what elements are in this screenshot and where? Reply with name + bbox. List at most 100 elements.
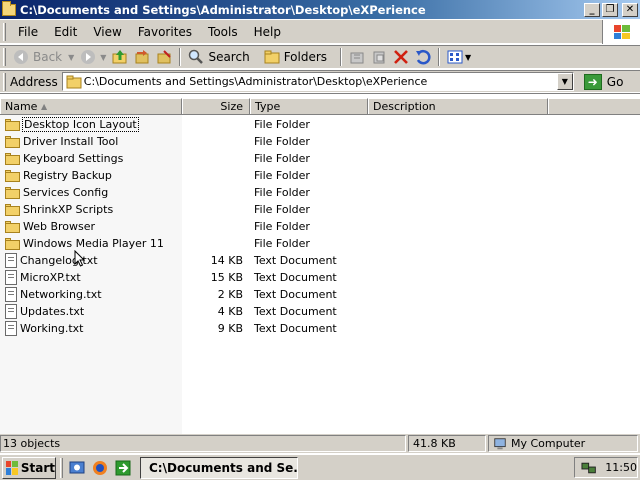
menu-file[interactable]: File	[10, 25, 46, 39]
clock[interactable]: 11:50	[605, 461, 637, 474]
folder-up-icon	[112, 50, 127, 64]
folder-icon	[5, 152, 20, 165]
taskbar-window-button[interactable]: C:\Documents and Se...	[140, 456, 298, 479]
file-name-cell[interactable]: Driver Install Tool	[5, 133, 118, 150]
file-name-cell[interactable]: Services Config	[5, 184, 108, 201]
back-button[interactable]: Back ▼	[10, 47, 77, 67]
undo-button[interactable]	[412, 47, 434, 67]
file-row[interactable]: Web Browser File Folder	[0, 218, 640, 235]
file-name: Working.txt	[20, 322, 84, 335]
delete-x-icon	[394, 50, 408, 64]
back-dropdown-icon[interactable]: ▼	[68, 53, 74, 62]
file-row[interactable]: Keyboard Settings File Folder	[0, 150, 640, 167]
menu-help[interactable]: Help	[246, 25, 289, 39]
windows-logo	[602, 20, 640, 44]
file-name: Keyboard Settings	[23, 152, 124, 165]
file-list-view[interactable]: Name ▲ Size Type Description Desktop Ico…	[0, 93, 640, 434]
forward-button[interactable]: ▼	[77, 47, 109, 67]
address-input[interactable]: C:\Documents and Settings\Administrator\…	[61, 72, 574, 91]
address-grip[interactable]	[3, 72, 6, 91]
file-row[interactable]: Windows Media Player 11 File Folder	[0, 235, 640, 252]
go-button[interactable]: ➜ Go	[583, 73, 623, 90]
folders-label: Folders	[283, 50, 328, 64]
address-dropdown-button[interactable]: ▼	[556, 73, 573, 90]
file-name: Web Browser	[23, 220, 96, 233]
taskbar: Start C:\Documents and Se... 11:50	[0, 454, 640, 480]
file-name-cell[interactable]: MicroXP.txt	[5, 269, 81, 286]
menu-grip[interactable]	[3, 22, 6, 41]
copy-to-folder-button[interactable]	[368, 47, 390, 67]
column-header-type[interactable]: Type	[250, 98, 368, 115]
file-name-cell[interactable]: Working.txt	[5, 320, 84, 337]
folders-button[interactable]: Folders	[261, 47, 330, 67]
move-to-folder-icon	[350, 52, 364, 64]
search-button[interactable]: Search	[185, 47, 252, 67]
file-row[interactable]: Changelog.txt 14 KB Text Document	[0, 252, 640, 269]
forward-dropdown-icon[interactable]: ▼	[100, 53, 106, 62]
toolbar-separator	[179, 48, 182, 66]
menu-favorites[interactable]: Favorites	[130, 25, 200, 39]
column-header-empty	[548, 98, 640, 115]
move-to-folder-button[interactable]	[346, 47, 368, 67]
restore-button[interactable]: ❐	[602, 2, 618, 17]
file-row[interactable]: Updates.txt 4 KB Text Document	[0, 303, 640, 320]
file-row[interactable]: Desktop Icon Layout File Folder	[0, 116, 640, 133]
file-type: Text Document	[254, 254, 337, 267]
menu-tools[interactable]: Tools	[200, 25, 246, 39]
launch-arrow-icon[interactable]	[114, 459, 132, 477]
text-document-icon	[5, 304, 17, 319]
file-row[interactable]: ShrinkXP Scripts File Folder	[0, 201, 640, 218]
file-name-cell[interactable]: Registry Backup	[5, 167, 112, 184]
file-name-cell[interactable]: Desktop Icon Layout	[5, 116, 139, 133]
file-name: Windows Media Player 11	[23, 237, 164, 250]
column-header-name[interactable]: Name ▲	[0, 98, 182, 115]
folders-icon	[264, 50, 280, 64]
file-type: File Folder	[254, 135, 310, 148]
move-to-button[interactable]	[131, 47, 153, 67]
show-desktop-icon[interactable]	[68, 459, 86, 477]
file-name-cell[interactable]: ShrinkXP Scripts	[5, 201, 113, 218]
file-rows: Desktop Icon Layout File Folder Driver Ins…	[0, 116, 640, 337]
delete-button[interactable]	[390, 47, 412, 67]
toolbar-grip[interactable]	[3, 48, 6, 66]
file-row[interactable]: Working.txt 9 KB Text Document	[0, 320, 640, 337]
address-label: Address	[10, 74, 58, 89]
file-name-cell[interactable]: Updates.txt	[5, 303, 84, 320]
copy-to-button[interactable]	[153, 47, 175, 67]
file-size: 4 KB	[217, 305, 243, 318]
search-icon	[189, 49, 204, 64]
browser-icon[interactable]	[91, 459, 109, 477]
file-name-cell[interactable]: Web Browser	[5, 218, 95, 235]
close-button[interactable]: ✕	[622, 2, 638, 17]
up-button[interactable]	[109, 47, 131, 67]
status-object-count: 13 objects	[0, 435, 406, 452]
menu-edit[interactable]: Edit	[46, 25, 85, 39]
folder-icon	[5, 118, 20, 131]
file-row[interactable]: Services Config File Folder	[0, 184, 640, 201]
file-name-cell[interactable]: Networking.txt	[5, 286, 102, 303]
start-label: Start	[20, 460, 55, 475]
column-header-description[interactable]: Description	[368, 98, 548, 115]
file-row[interactable]: Driver Install Tool File Folder	[0, 133, 640, 150]
sort-ascending-icon: ▲	[41, 102, 48, 111]
folder-icon	[5, 237, 20, 250]
file-row[interactable]: MicroXP.txt 15 KB Text Document	[0, 269, 640, 286]
menu-view[interactable]: View	[85, 25, 129, 39]
views-button[interactable]: ▼	[444, 47, 474, 67]
network-icon[interactable]	[581, 460, 596, 476]
text-document-icon	[5, 287, 17, 302]
standard-toolbar: Back ▼ ▼ Search Folders ▼	[0, 45, 640, 69]
minimize-button[interactable]: _	[584, 2, 600, 17]
file-name-cell[interactable]: Keyboard Settings	[5, 150, 123, 167]
file-size: 9 KB	[217, 322, 243, 335]
file-name: Updates.txt	[20, 305, 85, 318]
views-dropdown-icon[interactable]: ▼	[465, 53, 471, 62]
file-row[interactable]: Registry Backup File Folder	[0, 167, 640, 184]
file-row[interactable]: Networking.txt 2 KB Text Document	[0, 286, 640, 303]
title-bar[interactable]: C:\Documents and Settings\Administrator\…	[0, 0, 640, 19]
toolbar-separator	[438, 48, 441, 66]
column-header-size[interactable]: Size	[182, 98, 250, 115]
start-button[interactable]: Start	[2, 456, 56, 479]
quick-launch-grip[interactable]	[60, 457, 63, 478]
status-location: My Computer	[488, 435, 638, 452]
